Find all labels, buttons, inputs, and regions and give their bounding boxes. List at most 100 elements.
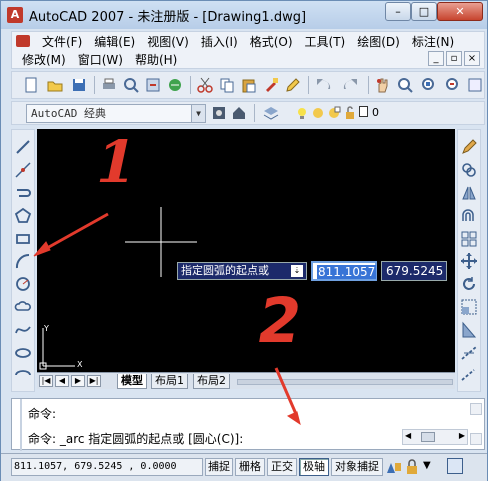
ellipse-arc-icon[interactable] (14, 366, 32, 384)
viewport-freeze-icon[interactable] (327, 106, 341, 120)
rectangle-tool-icon[interactable] (14, 230, 32, 248)
command-window-grip[interactable] (20, 399, 22, 451)
menu-format[interactable]: 格式(O) (244, 33, 299, 51)
menu-modify[interactable]: 修改(M) (16, 51, 72, 69)
down-arrow-options-icon[interactable]: ⇣ (291, 265, 303, 277)
offset-tool-icon[interactable] (460, 207, 478, 225)
lock-toolbar-icon[interactable] (405, 459, 419, 475)
tab-layout1[interactable]: 布局1 (151, 374, 188, 389)
first-tab-button[interactable]: |◀ (39, 375, 53, 387)
redo-icon[interactable] (342, 76, 360, 94)
menu-tools[interactable]: 工具(T) (299, 33, 352, 51)
workspace-settings-icon[interactable] (210, 104, 228, 122)
move-arrows-icon[interactable] (460, 252, 478, 270)
revision-cloud-icon[interactable] (14, 298, 32, 316)
extend-tool-icon[interactable] (460, 366, 478, 384)
match-properties-brush-icon[interactable] (262, 76, 280, 94)
tab-model[interactable]: 模型 (117, 374, 147, 389)
menu-help[interactable]: 帮助(H) (129, 51, 183, 69)
command-prompt-line[interactable]: 命令: _arc 指定圆弧的起点或 [圆心(C)]: (28, 429, 243, 449)
scroll-up-icon[interactable] (470, 403, 482, 415)
scroll-down-icon[interactable] (470, 433, 482, 445)
publish-icon[interactable] (144, 76, 162, 94)
menu-file[interactable]: 文件(F) (36, 33, 88, 51)
polar-toggle[interactable]: 极轴 (299, 458, 329, 476)
open-folder-icon[interactable] (46, 76, 64, 94)
arc-tool-icon[interactable] (14, 252, 32, 270)
dynamic-input-y-field[interactable]: 679.5245 (381, 261, 447, 281)
polygon-tool-icon[interactable] (14, 207, 32, 225)
undo-icon[interactable] (314, 76, 332, 94)
workspace-dropdown[interactable]: AutoCAD 经典 ▼ (26, 104, 206, 123)
menu-draw[interactable]: 绘图(D) (351, 33, 406, 51)
sun-thaw-icon[interactable] (311, 106, 325, 120)
construction-line-icon[interactable] (14, 161, 32, 179)
status-menu-arrow-icon[interactable]: ▼ (423, 460, 431, 471)
properties-icon[interactable] (466, 76, 484, 94)
doc-minimize-button[interactable]: _ (428, 51, 444, 66)
copy-icon[interactable] (218, 76, 236, 94)
object-snap-toggle[interactable]: 对象捕捉 (331, 458, 383, 476)
grid-toggle[interactable]: 栅格 (235, 458, 265, 476)
menu-window[interactable]: 窗口(W) (72, 51, 129, 69)
clean-screen-icon[interactable] (447, 458, 463, 474)
drawing-doc-icon[interactable] (16, 35, 30, 47)
scroll-thumb[interactable] (421, 432, 435, 442)
next-tab-button[interactable]: ▶ (71, 375, 85, 387)
pan-hand-icon[interactable] (374, 76, 392, 94)
menu-view[interactable]: 视图(V) (141, 33, 195, 51)
communication-center-icon[interactable] (385, 459, 403, 475)
ellipse-tool-icon[interactable] (14, 344, 32, 362)
zoom-previous-icon[interactable] (444, 76, 462, 94)
new-file-icon[interactable] (22, 76, 40, 94)
spline-tool-icon[interactable] (14, 321, 32, 339)
coordinate-display[interactable]: 811.1057, 679.5245 , 0.0000 (11, 458, 203, 476)
command-horizontal-scrollbar[interactable]: ◀ ▶ (402, 429, 468, 445)
line-tool-icon[interactable] (14, 138, 32, 156)
mirror-tool-icon[interactable] (460, 184, 478, 202)
layer-dropdown[interactable]: 0 (295, 104, 387, 123)
erase-pencil-icon[interactable] (460, 138, 478, 156)
dynamic-input-x-field[interactable]: 811.1057 (311, 261, 377, 281)
paste-icon[interactable] (240, 76, 258, 94)
horizontal-scrollbar[interactable] (237, 379, 453, 385)
rotate-tool-icon[interactable] (460, 275, 478, 293)
stretch-tool-icon[interactable] (460, 321, 478, 339)
unlocked-padlock-icon[interactable] (343, 106, 357, 120)
print-icon[interactable] (100, 76, 118, 94)
zoom-realtime-icon[interactable] (396, 76, 414, 94)
array-tool-icon[interactable] (460, 230, 478, 248)
last-tab-button[interactable]: ▶| (87, 375, 101, 387)
block-editor-icon[interactable] (284, 76, 302, 94)
polyline-tool-icon[interactable] (14, 184, 32, 202)
snap-toggle[interactable]: 捕捉 (205, 458, 233, 476)
ortho-toggle[interactable]: 正交 (267, 458, 297, 476)
trim-tool-icon[interactable] (460, 344, 478, 362)
circle-tool-icon[interactable] (14, 275, 32, 293)
doc-restore-button[interactable]: ▫ (446, 51, 462, 66)
tab-layout2[interactable]: 布局2 (193, 374, 230, 389)
autocad-app-icon[interactable]: A (7, 7, 23, 23)
copy-object-icon[interactable] (460, 161, 478, 179)
chevron-down-icon[interactable]: ▼ (191, 105, 205, 122)
plot-preview-icon[interactable] (122, 76, 140, 94)
3d-dwf-icon[interactable] (166, 76, 184, 94)
menu-edit[interactable]: 编辑(E) (88, 33, 141, 51)
save-workspace-icon[interactable] (230, 104, 248, 122)
cut-scissors-icon[interactable] (196, 76, 214, 94)
command-vertical-scrollbar[interactable] (470, 403, 482, 447)
previous-tab-button[interactable]: ◀ (55, 375, 69, 387)
save-icon[interactable] (70, 76, 88, 94)
zoom-window-icon[interactable] (420, 76, 438, 94)
title-bar[interactable]: A AutoCAD 2007 - 未注册版 - [Drawing1.dwg] –… (1, 1, 487, 29)
scale-tool-icon[interactable] (460, 298, 478, 316)
menu-dimension[interactable]: 标注(N) (406, 33, 460, 51)
menu-insert[interactable]: 插入(I) (195, 33, 244, 51)
close-button[interactable]: ✕ (437, 2, 483, 21)
lightbulb-on-icon[interactable] (295, 106, 309, 120)
doc-close-button[interactable]: × (464, 51, 480, 66)
layer-manager-icon[interactable] (262, 104, 280, 122)
minimize-button[interactable]: – (385, 2, 411, 21)
scroll-left-icon[interactable]: ◀ (405, 431, 411, 440)
maximize-button[interactable]: □ (411, 2, 437, 21)
